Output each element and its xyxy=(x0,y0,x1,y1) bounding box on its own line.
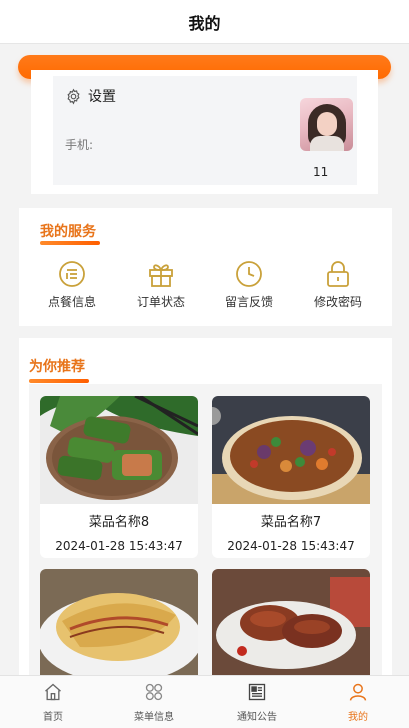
settings-button[interactable]: 设置 xyxy=(65,86,116,106)
tab-menu-info[interactable]: 菜单信息 xyxy=(114,682,194,723)
service-item-feedback[interactable]: 留言反馈 xyxy=(210,260,288,310)
newspaper-icon xyxy=(248,683,266,701)
dish-card[interactable] xyxy=(212,569,370,678)
dish-card[interactable]: 菜品名称7 2024-01-28 15:43:47 xyxy=(212,396,370,558)
profile-card: 设置 手机: xyxy=(53,76,357,185)
service-label: 订单状态 xyxy=(136,295,185,309)
profile-section: 设置 手机: 11 xyxy=(31,70,378,194)
tab-label: 首页 xyxy=(43,712,63,723)
user-icon xyxy=(349,683,367,701)
app-header: 我的 xyxy=(0,0,409,44)
recommend-section: 为你推荐 菜品名称8 2024-01-28 15:43:47 菜品名称7 202… xyxy=(19,338,392,678)
dish-image xyxy=(40,569,198,677)
avatar[interactable] xyxy=(300,98,353,151)
home-icon xyxy=(45,683,61,701)
dish-image xyxy=(212,569,370,677)
dish-name: 菜品名称8 xyxy=(88,515,150,530)
lock-icon xyxy=(327,261,349,287)
username-label: 11 xyxy=(313,165,329,179)
recommend-title: 为你推荐 xyxy=(29,359,85,375)
dish-time: 2024-01-28 15:43:47 xyxy=(55,539,183,553)
service-label: 留言反馈 xyxy=(224,295,273,309)
service-item-order-info[interactable]: 点餐信息 xyxy=(33,260,111,310)
settings-label: 设置 xyxy=(88,89,116,105)
tab-label: 我的 xyxy=(348,712,368,723)
page-title: 我的 xyxy=(188,13,221,33)
dish-time: 2024-01-28 15:43:47 xyxy=(227,539,355,553)
phone-label: 手机: xyxy=(65,138,94,152)
service-label: 修改密码 xyxy=(313,295,362,309)
gear-icon xyxy=(67,88,80,104)
clock-icon xyxy=(236,261,262,287)
dish-name: 菜品名称7 xyxy=(260,515,322,530)
tab-label: 通知公告 xyxy=(237,712,277,723)
services-title-underline xyxy=(40,241,100,245)
services-title: 我的服务 xyxy=(40,224,96,240)
service-item-order-status[interactable]: 订单状态 xyxy=(122,260,200,310)
dish-image xyxy=(40,396,198,504)
dish-card[interactable]: 菜品名称8 2024-01-28 15:43:47 xyxy=(40,396,198,558)
my-services-section: 我的服务 点餐信息 订单状态 留言反馈 修改密码 xyxy=(19,208,392,326)
dish-card[interactable] xyxy=(40,569,198,678)
bottom-tab-bar: 首页 菜单信息 通知公告 我的 xyxy=(0,675,409,728)
tab-label: 菜单信息 xyxy=(134,712,174,723)
recommend-title-underline xyxy=(29,379,89,383)
tab-mine[interactable]: 我的 xyxy=(318,682,398,723)
grid-icon xyxy=(145,683,163,701)
menu-list-icon xyxy=(59,261,85,287)
tab-notice[interactable]: 通知公告 xyxy=(217,682,297,723)
service-label: 点餐信息 xyxy=(47,295,96,309)
gift-icon xyxy=(149,264,173,287)
dish-image xyxy=(212,396,370,504)
tab-home[interactable]: 首页 xyxy=(13,682,93,723)
service-item-change-password[interactable]: 修改密码 xyxy=(299,260,377,310)
